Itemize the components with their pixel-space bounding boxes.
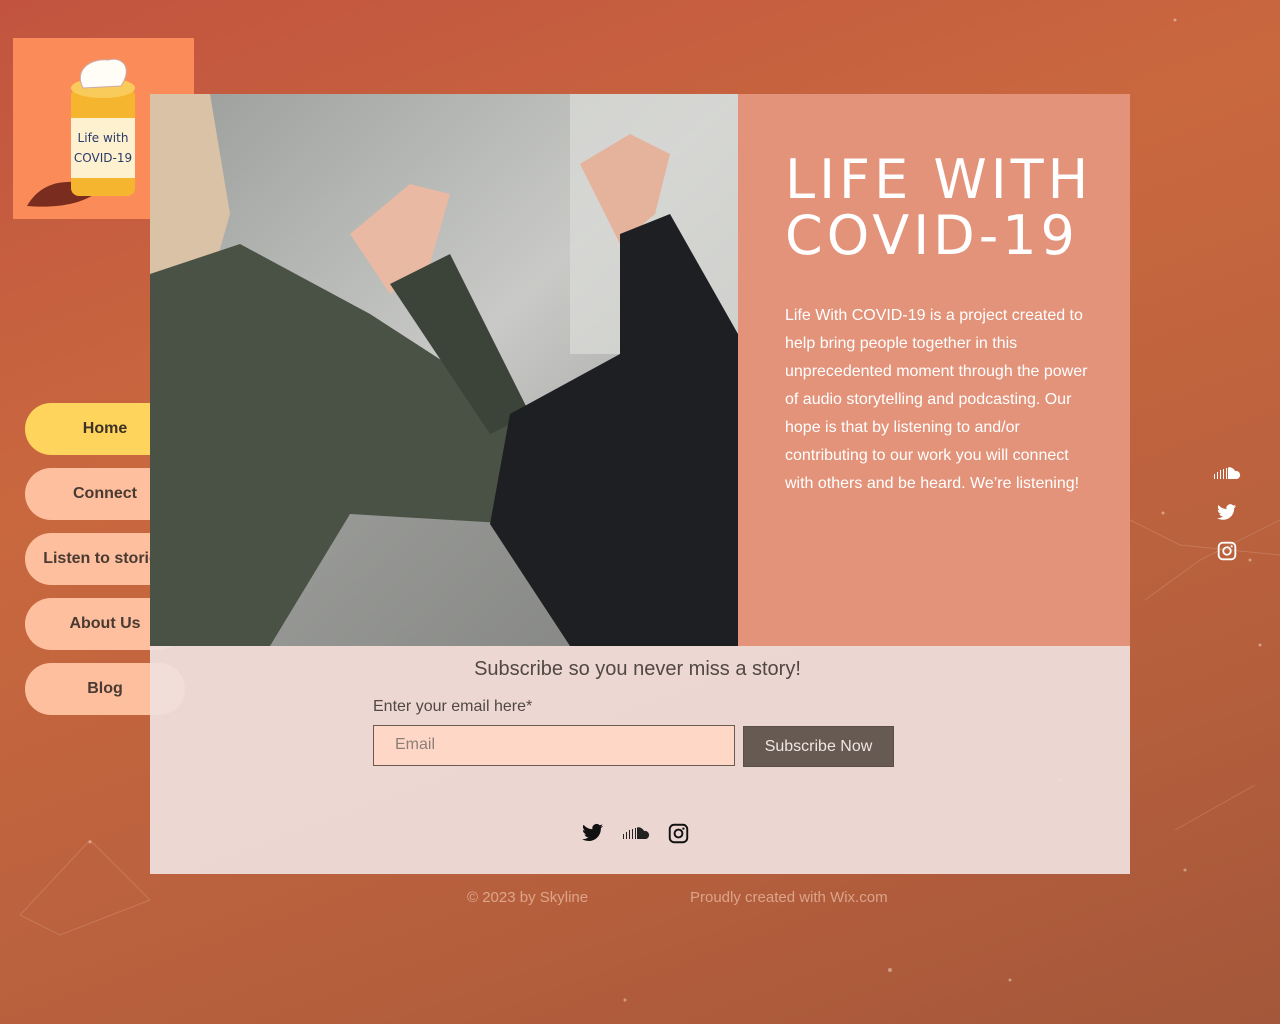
hero-title: LIFE WITH COVID-19 [785, 148, 1093, 267]
logo-text-line2: COVID-19 [74, 151, 132, 165]
instagram-icon[interactable] [1217, 541, 1237, 566]
email-field[interactable]: Email [373, 725, 735, 766]
twitter-icon[interactable] [582, 823, 604, 848]
footer-copyright: © 2023 by Skyline [467, 889, 589, 906]
soundcloud-icon[interactable] [622, 826, 650, 845]
subscribe-section: Subscribe so you never miss a story! Ent… [150, 646, 1130, 874]
instagram-icon[interactable] [668, 823, 689, 849]
email-placeholder: Email [395, 736, 436, 753]
subscribe-button[interactable]: Subscribe Now [743, 726, 894, 767]
hero-description: Life With COVID-19 is a project created … [785, 307, 1088, 492]
footer-credit-link[interactable]: Proudly created with Wix.com [690, 889, 888, 906]
email-field-label: Enter your email here* [373, 698, 533, 715]
subscribe-heading: Subscribe so you never miss a story! [474, 658, 801, 680]
subscribe-social-links [580, 823, 700, 847]
hero-panel: LIFE WITH COVID-19 Life With COVID-19 is… [738, 94, 1130, 646]
twitter-icon[interactable] [1217, 504, 1237, 526]
logo-text-line1: Life with [78, 131, 129, 145]
hero-image-elbow-bump [150, 94, 738, 646]
soundcloud-icon[interactable] [1213, 466, 1241, 485]
